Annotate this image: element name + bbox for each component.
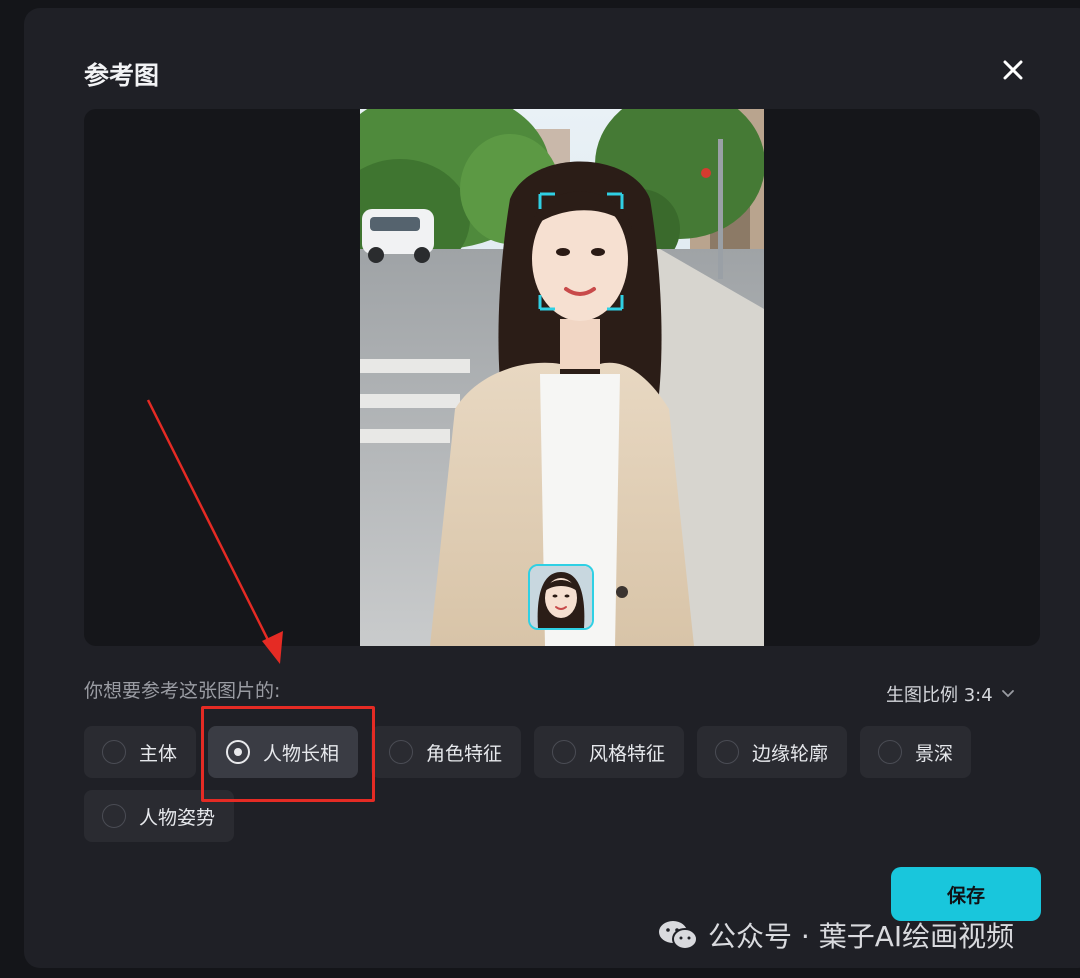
option-depth-of-field[interactable]: 景深	[860, 726, 971, 778]
option-character-features[interactable]: 角色特征	[371, 726, 521, 778]
radio-icon	[102, 804, 126, 828]
option-label: 主体	[139, 742, 178, 765]
close-button[interactable]	[996, 53, 1030, 87]
reference-question: 你想要参考这张图片的:	[84, 680, 281, 702]
annotation-highlight-box	[201, 706, 375, 802]
watermark-text: 公众号 · 葉子AI绘画视频	[708, 920, 1015, 953]
aspect-ratio-label: 生图比例 3:4	[886, 685, 993, 706]
chevron-down-icon	[1001, 690, 1014, 698]
option-label: 风格特征	[589, 742, 666, 765]
radio-icon	[552, 740, 576, 764]
option-label: 边缘轮廓	[752, 742, 829, 765]
wechat-icon	[659, 921, 698, 950]
option-label: 人物姿势	[139, 806, 216, 829]
option-subject[interactable]: 主体	[84, 726, 196, 778]
radio-icon	[389, 740, 413, 764]
save-button[interactable]: 保存	[891, 867, 1041, 921]
watermark: 公众号 · 葉子AI绘画视频	[658, 915, 1014, 955]
option-label: 景深	[915, 742, 954, 765]
reference-photo	[360, 109, 764, 646]
aspect-ratio-dropdown[interactable]: 生图比例 3:4	[886, 681, 1015, 707]
radio-icon	[102, 740, 126, 764]
dialog-title: 参考图	[84, 61, 160, 90]
close-icon	[1003, 60, 1023, 80]
image-preview-area	[84, 109, 1040, 646]
option-label: 角色特征	[426, 742, 503, 765]
radio-icon	[878, 740, 902, 764]
option-edge-outline[interactable]: 边缘轮廓	[697, 726, 847, 778]
option-style-features[interactable]: 风格特征	[534, 726, 684, 778]
face-crop-thumbnail[interactable]	[528, 564, 594, 630]
radio-icon	[715, 740, 739, 764]
